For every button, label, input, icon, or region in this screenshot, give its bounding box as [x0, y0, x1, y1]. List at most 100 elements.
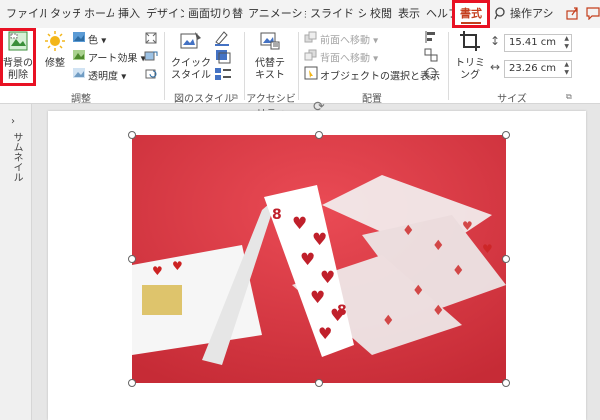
remove-background-button[interactable]: 背景の削除	[3, 30, 33, 82]
resize-handle-right[interactable]	[502, 255, 510, 263]
svg-text:8: 8	[337, 303, 347, 319]
svg-text:8: 8	[272, 207, 282, 223]
selected-picture[interactable]: ♦ ♦ ♦ ♦ ♦ ♦ ♥ ♥ ♥ ♥ ♥ ♥ ♥ ♥ ♥ ♥ ♥ 8 8	[132, 135, 506, 383]
tab-view[interactable]: 表示	[398, 0, 422, 28]
tab-review[interactable]: 校閲	[370, 0, 394, 28]
transparency-button[interactable]: 透明度 ▾	[72, 66, 126, 84]
quick-styles-icon	[168, 30, 214, 56]
picture-layout-icon[interactable]	[214, 66, 232, 85]
spin-arrows-icon[interactable]: ▲ ▼	[564, 61, 569, 77]
transparency-icon	[72, 66, 86, 87]
svg-text:♥: ♥	[312, 230, 327, 250]
compress-pictures-icon[interactable]	[144, 31, 158, 48]
svg-text:♦: ♦	[452, 263, 465, 279]
thumbnail-pane[interactable]: › サムネイル	[0, 104, 32, 420]
resize-handle-bottom[interactable]	[315, 379, 323, 387]
svg-text:♦: ♦	[412, 283, 425, 299]
artistic-effects-button[interactable]: アート効果 ▾	[72, 48, 146, 66]
svg-text:♥: ♥	[310, 288, 325, 308]
tell-me-box[interactable]: 操作アシ	[510, 0, 556, 28]
height-value: 15.41 cm	[509, 37, 557, 48]
crop-icon	[452, 30, 488, 56]
chevron-down-icon: ▾	[101, 35, 107, 47]
width-icon: ↔	[490, 60, 501, 74]
tab-animations[interactable]: アニメーション	[248, 0, 306, 28]
rotate-handle-icon[interactable]: ⟳	[313, 99, 325, 115]
alt-text-icon	[250, 30, 290, 56]
resize-handle-left[interactable]	[128, 255, 136, 263]
group-label-picture-styles: 図のスタイル	[174, 94, 234, 105]
send-backward-label: 背面へ移動	[320, 53, 370, 65]
change-picture-icon[interactable]	[144, 49, 158, 66]
thumbnail-pane-label: サムネイル	[11, 132, 22, 182]
corrections-label: 修整	[45, 58, 65, 69]
tab-file[interactable]: ファイル	[6, 0, 46, 28]
spin-arrows-icon[interactable]: ▲ ▼	[564, 35, 569, 51]
alt-text-button[interactable]: 代替テ キスト	[250, 30, 290, 82]
resize-handle-bottom-right[interactable]	[502, 379, 510, 387]
alt-text-label: 代替テ キスト	[255, 58, 285, 81]
selection-pane-button[interactable]: オブジェクトの選択と表示	[304, 66, 440, 84]
resize-handle-top-right[interactable]	[502, 131, 510, 139]
group-label-size: サイズ	[497, 94, 527, 105]
selection-pane-icon	[304, 66, 318, 87]
ribbon-tab-bar: ファイル タッチ ホーム 挿入 デザイン 画面切り替え アニメーション スライド…	[0, 0, 600, 28]
tab-help[interactable]: ヘルプ	[426, 0, 452, 28]
resize-handle-bottom-left[interactable]	[128, 379, 136, 387]
tab-insert[interactable]: 挿入	[118, 0, 142, 28]
align-icon[interactable]	[424, 30, 440, 47]
svg-text:♦: ♦	[402, 223, 415, 239]
rotate-icon[interactable]	[424, 66, 440, 83]
svg-text:♦: ♦	[432, 238, 445, 254]
picture-border-icon[interactable]	[214, 30, 232, 49]
tab-slideshow[interactable]: スライド ショー	[310, 0, 366, 28]
group-objects-icon[interactable]	[424, 48, 440, 65]
width-value: 23.26 cm	[509, 63, 557, 74]
crop-button[interactable]: トリミング	[452, 30, 488, 82]
color-button[interactable]: 色 ▾	[72, 30, 106, 48]
send-backward-button[interactable]: 背面へ移動 ▾	[304, 48, 378, 66]
quick-styles-button[interactable]: クイック スタイル	[168, 30, 214, 82]
width-input[interactable]: 23.26 cm ▲ ▼	[504, 60, 572, 78]
artistic-effects-label: アート効果	[88, 53, 138, 65]
svg-text:♥: ♥	[462, 219, 473, 233]
bring-forward-button[interactable]: 前面へ移動 ▾	[304, 30, 378, 48]
tab-format[interactable]: 書式	[452, 0, 490, 28]
svg-text:♦: ♦	[382, 313, 395, 329]
svg-text:♥: ♥	[320, 268, 335, 288]
share-icon[interactable]	[566, 6, 582, 22]
corrections-button[interactable]: 修整	[40, 30, 70, 70]
ribbon: 背景の削除 修整 色 ▾ アート効果 ▾ 透明度 ▾ 調整 クイック スタイル …	[0, 28, 600, 120]
picture-effects-icon[interactable]	[214, 48, 232, 67]
quick-styles-label: クイック スタイル	[171, 58, 211, 81]
tab-design[interactable]: デザイン	[146, 0, 184, 28]
color-label: 色	[88, 35, 98, 47]
group-label-adjust: 調整	[71, 94, 91, 105]
remove-background-icon	[3, 30, 33, 56]
svg-text:♥: ♥	[318, 324, 332, 343]
comments-icon[interactable]	[586, 6, 600, 22]
dialog-launcher-icon[interactable]: ⧉	[566, 92, 572, 102]
sun-icon	[40, 30, 70, 56]
svg-text:♥: ♥	[172, 259, 183, 273]
resize-handle-top-left[interactable]	[128, 131, 136, 139]
tab-transitions[interactable]: 画面切り替え	[188, 0, 244, 28]
tab-touch[interactable]: タッチ	[50, 0, 80, 28]
transparency-label: 透明度	[88, 71, 118, 83]
resize-handle-top[interactable]	[315, 131, 323, 139]
reset-picture-icon[interactable]	[144, 67, 158, 84]
height-input[interactable]: 15.41 cm ▲ ▼	[504, 34, 572, 52]
svg-text:♦: ♦	[432, 303, 445, 319]
tab-home[interactable]: ホーム	[84, 0, 114, 28]
lightbulb-search-icon[interactable]	[494, 6, 510, 22]
chevron-right-icon[interactable]: ›	[11, 116, 15, 127]
playing-cards-image: ♦ ♦ ♦ ♦ ♦ ♦ ♥ ♥ ♥ ♥ ♥ ♥ ♥ ♥ ♥ ♥ ♥ 8 8	[132, 135, 506, 383]
svg-text:♥: ♥	[482, 242, 493, 256]
bring-forward-label: 前面へ移動	[320, 35, 370, 47]
selection-pane-label: オブジェクトの選択と表示	[320, 71, 440, 83]
svg-text:♥: ♥	[292, 214, 307, 234]
remove-background-label: 背景の削除	[3, 58, 33, 81]
height-icon: ↕	[490, 34, 501, 48]
dialog-launcher-icon[interactable]: ⧉	[232, 92, 238, 102]
chevron-down-icon: ▾	[121, 71, 127, 83]
